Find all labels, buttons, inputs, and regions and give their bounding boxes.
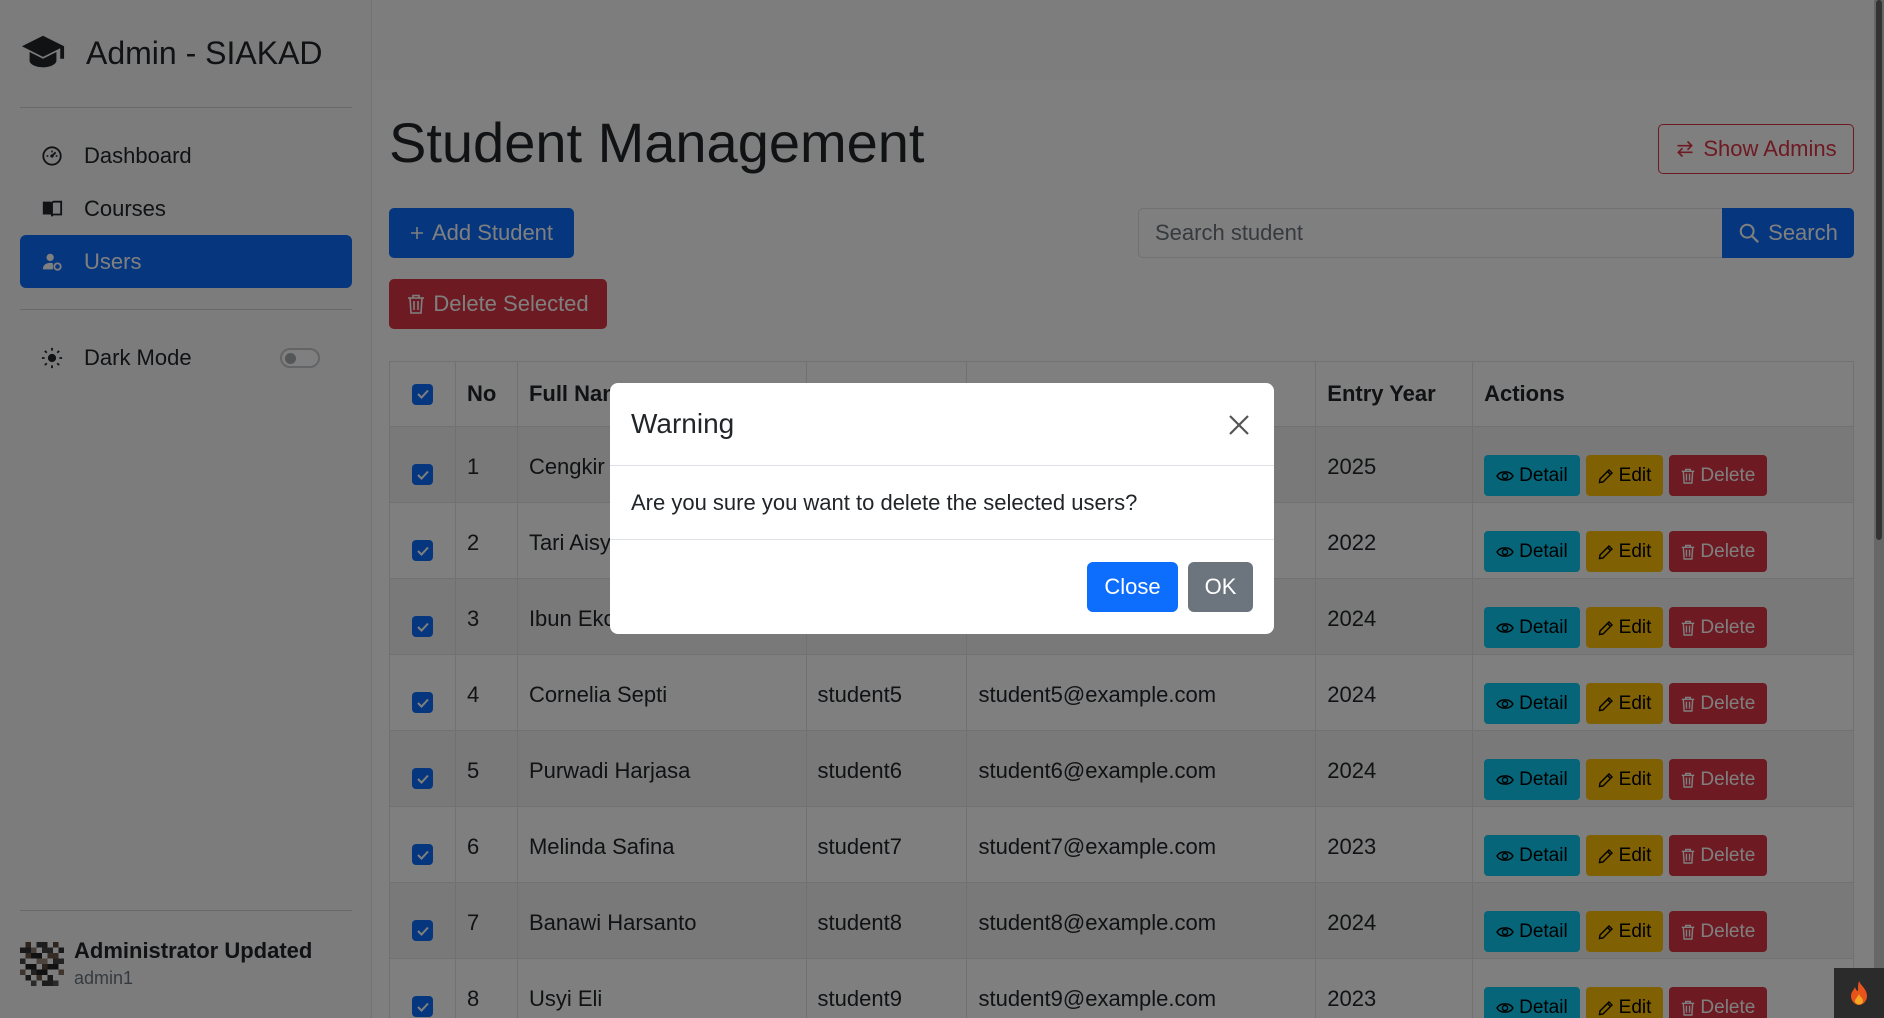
close-icon[interactable] xyxy=(1224,410,1254,440)
modal-message: Are you sure you want to delete the sele… xyxy=(631,489,1138,515)
modal-title: Warning xyxy=(631,408,735,439)
fire-icon[interactable] xyxy=(1834,968,1884,1018)
modal-close-button[interactable]: Close xyxy=(1087,562,1178,612)
modal-header: Warning xyxy=(610,383,1274,466)
modal-ok-button[interactable]: OK xyxy=(1188,562,1253,612)
warning-modal: Warning Are you sure you want to delete … xyxy=(610,383,1274,634)
modal-body: Are you sure you want to delete the sele… xyxy=(610,466,1274,540)
modal-footer: Close OK xyxy=(610,540,1274,634)
